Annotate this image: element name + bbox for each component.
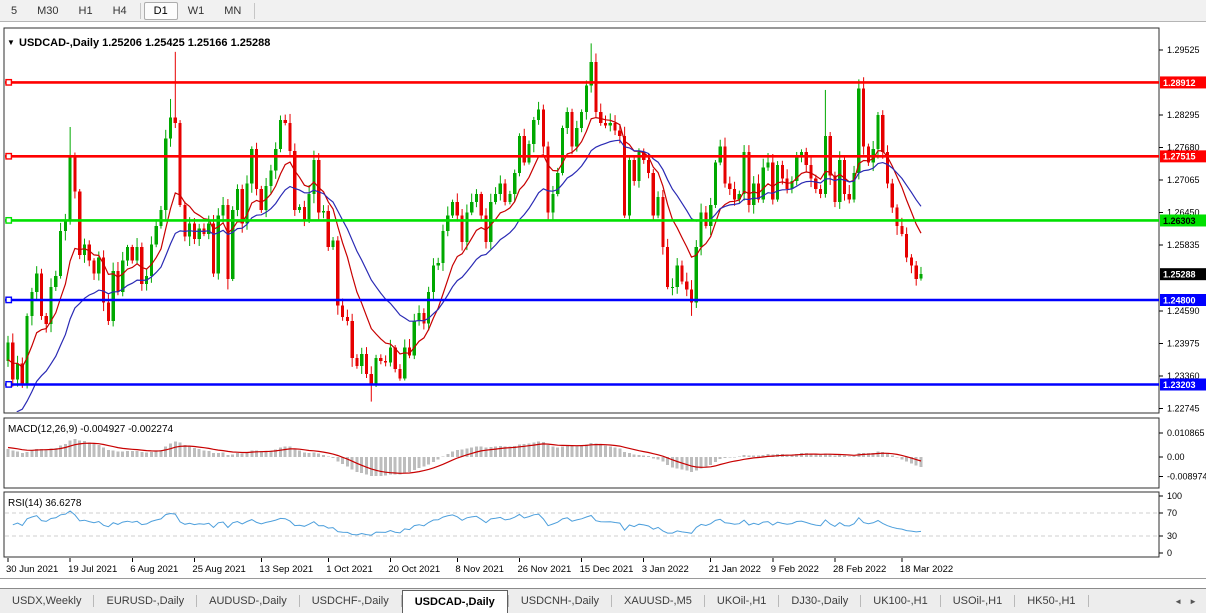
tab-usoil-h1[interactable]: USOil-,H1 [941, 589, 1015, 613]
chart-canvas[interactable]: ▼ USDCAD-,Daily 1.25206 1.25425 1.25166 … [0, 22, 1206, 588]
svg-text:9 Feb 2022: 9 Feb 2022 [771, 564, 819, 575]
tab-xauusd-m5[interactable]: XAUUSD-,M5 [612, 589, 704, 613]
timeframe-w1[interactable]: W1 [178, 2, 215, 20]
svg-text:0: 0 [1167, 548, 1172, 558]
svg-text:1.27515: 1.27515 [1163, 152, 1196, 162]
svg-text:1.27065: 1.27065 [1167, 175, 1200, 185]
current-price-tag: 1.25288 [1160, 268, 1206, 281]
toolbar-separator [254, 2, 256, 19]
svg-text:0.00: 0.00 [1167, 452, 1185, 462]
svg-text:6 Aug 2021: 6 Aug 2021 [130, 564, 178, 575]
hline-1.27515[interactable]: 1.27515 [5, 150, 1206, 163]
hline-1.23203[interactable]: 1.23203 [5, 378, 1206, 391]
svg-text:1.29525: 1.29525 [1167, 45, 1200, 55]
svg-text:28 Feb 2022: 28 Feb 2022 [833, 564, 886, 575]
timeframe-mn[interactable]: MN [214, 2, 251, 20]
tab-uk100-h1[interactable]: UK100-,H1 [861, 589, 939, 613]
rsi-indicator-label: RSI(14) 36.6278 [8, 498, 82, 509]
svg-text:30: 30 [1167, 531, 1177, 541]
svg-text:70: 70 [1167, 508, 1177, 518]
svg-text:21 Jan 2022: 21 Jan 2022 [709, 564, 761, 575]
symbol-tabbar: USDX,Weekly EURUSD-,Daily AUDUSD-,Daily USD… [0, 588, 1206, 613]
tab-scroll-arrows: ◄ ► [1165, 589, 1206, 613]
rsi-axis[interactable]: 100 70 30 0 [1159, 491, 1182, 558]
svg-text:25 Aug 2021: 25 Aug 2021 [192, 564, 245, 575]
svg-text:8 Nov 2021: 8 Nov 2021 [455, 564, 504, 575]
hline-1.28912[interactable]: 1.28912 [5, 76, 1206, 89]
svg-text:19 Jul 2021: 19 Jul 2021 [68, 564, 117, 575]
timeframe-toolbar: 5 M30 H1 H4 D1 W1 MN [0, 0, 1206, 22]
tab-audusd-daily[interactable]: AUDUSD-,Daily [197, 589, 299, 613]
tab-ukoil-h1[interactable]: UKOil-,H1 [705, 589, 779, 613]
svg-text:1.23975: 1.23975 [1167, 339, 1200, 349]
timeframe-m30[interactable]: M30 [27, 2, 68, 20]
tab-usdcnh-daily[interactable]: USDCNH-,Daily [509, 589, 611, 613]
macd-histogram [6, 439, 923, 477]
svg-text:1.22745: 1.22745 [1167, 404, 1200, 414]
svg-text:1.25288: 1.25288 [1163, 270, 1196, 280]
ma-fast-line [7, 116, 922, 369]
svg-text:1.26303: 1.26303 [1163, 216, 1196, 226]
svg-text:3 Jan 2022: 3 Jan 2022 [642, 564, 689, 575]
tab-scroll-right-icon[interactable]: ► [1189, 597, 1197, 606]
svg-text:13 Sep 2021: 13 Sep 2021 [259, 564, 313, 575]
svg-text:100: 100 [1167, 491, 1182, 501]
macd-indicator-label: MACD(12,26,9) -0.004927 -0.002274 [8, 424, 174, 435]
svg-text:1.24800: 1.24800 [1163, 295, 1196, 305]
chart-title: USDCAD-,Daily 1.25206 1.25425 1.25166 1.… [19, 37, 270, 49]
tab-eurusd-daily[interactable]: EURUSD-,Daily [94, 589, 196, 613]
svg-text:-0.008974: -0.008974 [1167, 472, 1206, 482]
tab-scroll-left-icon[interactable]: ◄ [1174, 597, 1182, 606]
svg-text:1 Oct 2021: 1 Oct 2021 [326, 564, 372, 575]
svg-text:20 Oct 2021: 20 Oct 2021 [388, 564, 440, 575]
svg-text:18 Mar 2022: 18 Mar 2022 [900, 564, 953, 575]
timeframe-5[interactable]: 5 [1, 2, 27, 20]
tab-usdchf-daily[interactable]: USDCHF-,Daily [300, 589, 401, 613]
svg-text:1.28912: 1.28912 [1163, 78, 1196, 88]
tab-dj30-daily[interactable]: DJ30-,Daily [779, 589, 860, 613]
hline-1.24800[interactable]: 1.24800 [5, 293, 1206, 306]
macd-axis[interactable]: 0.010865 0.00 -0.008974 [1159, 428, 1206, 482]
svg-text:1.23203: 1.23203 [1163, 380, 1196, 390]
rsi-levels [5, 512, 1159, 537]
price-axis[interactable]: 1.295251.282951.276801.270651.264501.258… [1159, 45, 1200, 414]
mt4-window: 5 M30 H1 H4 D1 W1 MN ▼ USDCAD-,Daily 1.25206 1… [0, 0, 1206, 613]
svg-text:0.010865: 0.010865 [1167, 428, 1205, 438]
tab-usdx-weekly[interactable]: USDX,Weekly [0, 589, 93, 613]
tab-hk50-h1[interactable]: HK50-,H1 [1015, 589, 1087, 613]
svg-text:30 Jun 2021: 30 Jun 2021 [6, 564, 58, 575]
rsi-panel[interactable] [3, 491, 1160, 558]
symbol-dropdown-icon[interactable]: ▼ [7, 38, 15, 47]
candles-layer [6, 43, 923, 402]
rsi-line [12, 510, 922, 536]
toolbar-separator [139, 2, 141, 19]
timeframe-h4[interactable]: H4 [103, 2, 137, 20]
timeframe-h1[interactable]: H1 [69, 2, 103, 20]
svg-text:1.24590: 1.24590 [1167, 306, 1200, 316]
time-axis[interactable]: 30 Jun 2021 19 Jul 2021 6 Aug 2021 25 Aug 2… [6, 558, 953, 575]
svg-text:1.28295: 1.28295 [1167, 110, 1200, 120]
tab-separator [1087, 595, 1089, 607]
svg-text:26 Nov 2021: 26 Nov 2021 [517, 564, 571, 575]
svg-text:1.25835: 1.25835 [1167, 240, 1200, 250]
timeframe-d1[interactable]: D1 [143, 1, 178, 20]
svg-text:15 Dec 2021: 15 Dec 2021 [580, 564, 634, 575]
tab-usdcad-daily[interactable]: USDCAD-,Daily [401, 590, 508, 613]
macd-signal-line [7, 442, 922, 474]
